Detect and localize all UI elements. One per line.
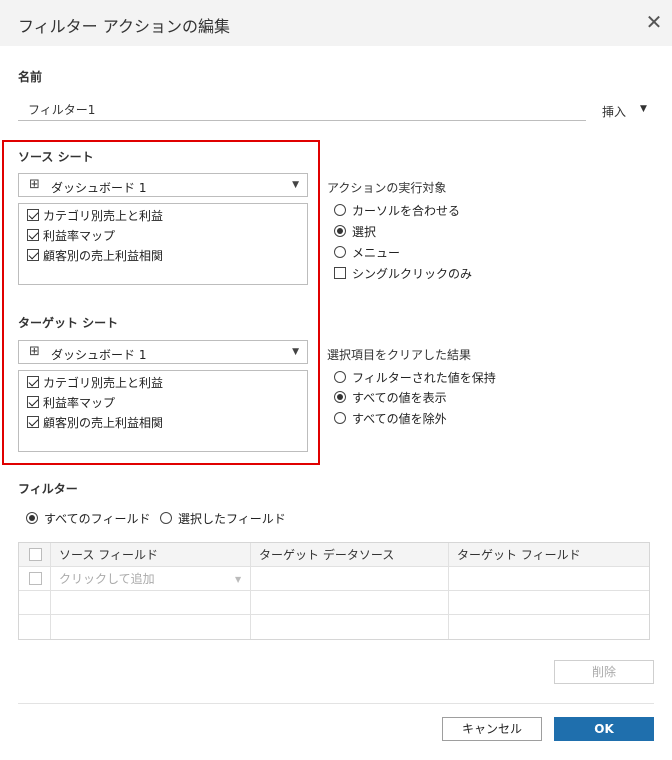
name-label: 名前 — [18, 70, 43, 84]
field-mapping-table: ソース フィールド ターゲット データソース ターゲット フィールド クリックし… — [18, 542, 650, 640]
table-cell — [449, 591, 649, 615]
radio-label: すべてのフィールド — [44, 511, 151, 526]
radio-button[interactable] — [334, 225, 346, 237]
sheet-label: カテゴリ別売上と利益 — [43, 375, 164, 390]
radio-button[interactable] — [160, 512, 172, 524]
radio-button[interactable] — [334, 412, 346, 424]
target-sheet-item[interactable]: 利益率マップ — [27, 393, 115, 411]
source-sheets-heading: ソース シート — [18, 150, 94, 164]
source-sheet-list: カテゴリ別売上と利益 利益率マップ 顧客別の売上利益相関 — [18, 203, 308, 285]
run-on-select-option[interactable]: 選択 — [334, 222, 376, 240]
radio-label: 選択したフィールド — [178, 511, 286, 526]
insert-button[interactable]: 挿入 — [602, 103, 626, 120]
sheet-label: 顧客別の売上利益相関 — [43, 248, 164, 263]
run-on-heading: アクションの実行対象 — [327, 181, 447, 195]
close-icon[interactable]: ✕ — [642, 10, 666, 34]
chevron-down-icon: ▼ — [292, 180, 299, 190]
table-cell — [449, 567, 649, 591]
single-click-only-option[interactable]: シングルクリックのみ — [334, 264, 472, 282]
target-sheet-item[interactable]: カテゴリ別売上と利益 — [27, 373, 163, 391]
column-header-target-field: ターゲット フィールド — [449, 543, 649, 567]
checkbox[interactable] — [27, 396, 39, 408]
source-sheet-item[interactable]: 利益率マップ — [27, 226, 115, 244]
sheet-label: 利益率マップ — [43, 228, 116, 243]
dialog-title: フィルター アクションの編集 — [18, 17, 230, 36]
cancel-button[interactable]: キャンセル — [442, 717, 542, 741]
select-all-checkbox[interactable] — [29, 548, 42, 561]
table-cell — [251, 615, 449, 639]
radio-label: 選択 — [352, 224, 377, 239]
checkbox[interactable] — [27, 209, 39, 221]
footer-divider — [18, 703, 654, 704]
clear-selection-heading: 選択項目をクリアした結果 — [327, 348, 472, 362]
radio-button[interactable] — [26, 512, 38, 524]
radio-button[interactable] — [334, 391, 346, 403]
ok-button[interactable]: OK — [554, 717, 654, 741]
column-header-source-field: ソース フィールド — [51, 543, 251, 567]
radio-label: フィルターされた値を保持 — [352, 370, 496, 385]
radio-button[interactable] — [334, 246, 346, 258]
dashboard-grid-icon: ⊞ — [29, 344, 40, 359]
table-cell — [19, 615, 51, 639]
delete-button[interactable]: 削除 — [554, 660, 654, 684]
column-header-target-datasource: ターゲット データソース — [251, 543, 449, 567]
checkbox[interactable] — [27, 416, 39, 428]
source-dropdown-value: ダッシュボード 1 — [51, 181, 147, 195]
target-sheets-heading: ターゲット シート — [18, 316, 119, 330]
target-sheet-list: カテゴリ別売上と利益 利益率マップ 顧客別の売上利益相関 — [18, 370, 308, 452]
table-cell — [51, 591, 251, 615]
checkbox[interactable] — [27, 229, 39, 241]
checkbox[interactable] — [27, 249, 39, 261]
table-cell — [19, 591, 51, 615]
radio-button[interactable] — [334, 204, 346, 216]
target-dropdown-value: ダッシュボード 1 — [51, 348, 147, 362]
dialog-title-bar: フィルター アクションの編集 ✕ — [0, 0, 672, 46]
all-fields-option[interactable]: すべてのフィールド — [26, 509, 150, 527]
checkbox[interactable] — [27, 376, 39, 388]
clear-exclude-all-option[interactable]: すべての値を除外 — [334, 409, 447, 427]
source-sheet-dropdown[interactable]: ⊞ ダッシュボード 1 ▼ — [18, 173, 308, 197]
sheet-label: カテゴリ別売上と利益 — [43, 208, 164, 223]
run-on-menu-option[interactable]: メニュー — [334, 243, 400, 261]
table-cell — [449, 615, 649, 639]
add-field-cell[interactable]: クリックして追加 — [51, 567, 251, 591]
clear-keep-filtered-option[interactable]: フィルターされた値を保持 — [334, 368, 496, 386]
radio-label: カーソルを合わせる — [352, 203, 461, 218]
action-name-input[interactable] — [18, 99, 586, 121]
radio-label: メニュー — [352, 245, 401, 260]
sheet-label: 顧客別の売上利益相関 — [43, 415, 164, 430]
radio-label: すべての値を表示 — [352, 390, 447, 405]
checkbox[interactable] — [334, 267, 346, 279]
radio-button[interactable] — [334, 371, 346, 383]
chevron-down-icon[interactable]: ▼ — [235, 575, 241, 584]
source-sheet-item[interactable]: 顧客別の売上利益相関 — [27, 246, 163, 264]
dashboard-grid-icon: ⊞ — [29, 177, 40, 192]
source-sheet-item[interactable]: カテゴリ別売上と利益 — [27, 206, 163, 224]
table-cell — [251, 567, 449, 591]
target-sheet-item[interactable]: 顧客別の売上利益相関 — [27, 413, 163, 431]
chevron-down-icon: ▼ — [292, 347, 299, 357]
row-checkbox[interactable] — [29, 572, 42, 585]
target-sheet-dropdown[interactable]: ⊞ ダッシュボード 1 ▼ — [18, 340, 308, 364]
selected-fields-option[interactable]: 選択したフィールド — [160, 509, 286, 527]
checkbox-label: シングルクリックのみ — [352, 266, 473, 281]
insert-chevron-down-icon[interactable]: ▼ — [640, 104, 647, 114]
radio-label: すべての値を除外 — [352, 411, 447, 426]
table-cell — [51, 615, 251, 639]
filters-heading: フィルター — [18, 482, 78, 496]
table-cell — [251, 591, 449, 615]
clear-show-all-option[interactable]: すべての値を表示 — [334, 388, 447, 406]
sheet-label: 利益率マップ — [43, 395, 116, 410]
run-on-hover-option[interactable]: カーソルを合わせる — [334, 201, 460, 219]
